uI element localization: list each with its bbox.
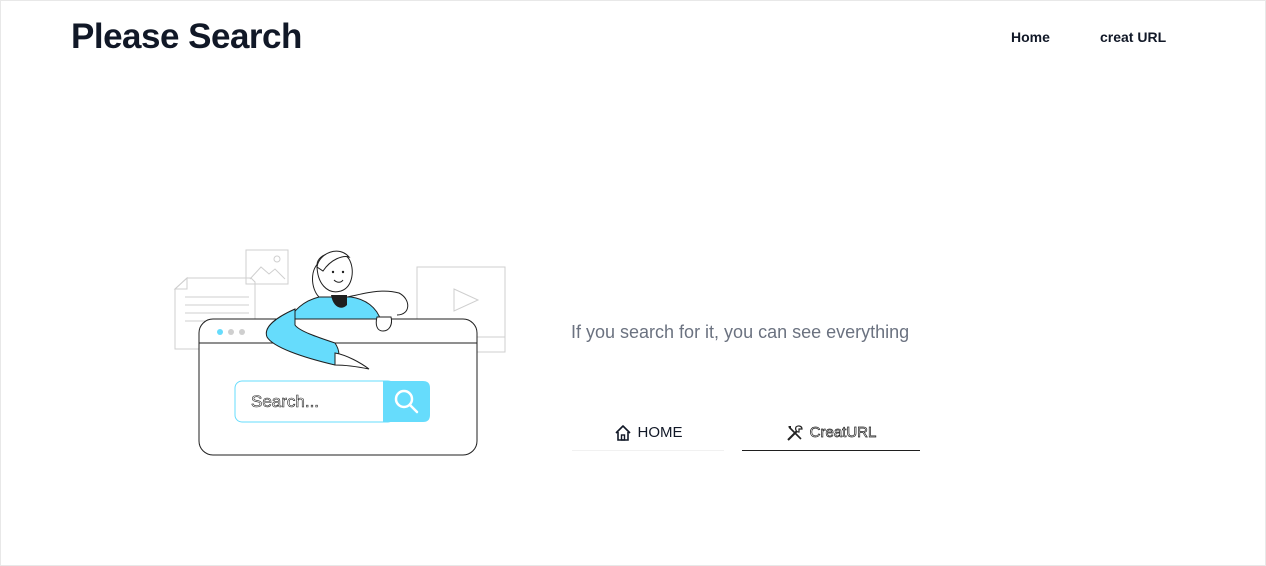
tools-icon bbox=[786, 424, 803, 441]
top-nav: Home creat URL bbox=[1, 29, 1265, 49]
create-url-button-label: CreatURL bbox=[809, 424, 877, 442]
home-button-label: HOME bbox=[637, 424, 683, 441]
create-url-button[interactable]: CreatURL bbox=[742, 415, 920, 451]
illustration-search-bar: Search... bbox=[234, 380, 430, 423]
nav-link-home[interactable]: Home bbox=[1011, 29, 1050, 45]
home-icon bbox=[614, 424, 631, 441]
search-illustration: Search... bbox=[171, 245, 511, 461]
home-button[interactable]: HOME bbox=[572, 415, 724, 451]
illustration-search-placeholder: Search... bbox=[251, 392, 319, 411]
page: Please Search Home creat URL Search... I… bbox=[0, 0, 1266, 566]
hero-tagline: If you search for it, you can see everyt… bbox=[571, 322, 910, 342]
nav-link-create-url[interactable]: creat URL bbox=[1100, 29, 1166, 45]
search-illustration-svg: Search... bbox=[173, 249, 506, 456]
person-head bbox=[316, 250, 353, 293]
